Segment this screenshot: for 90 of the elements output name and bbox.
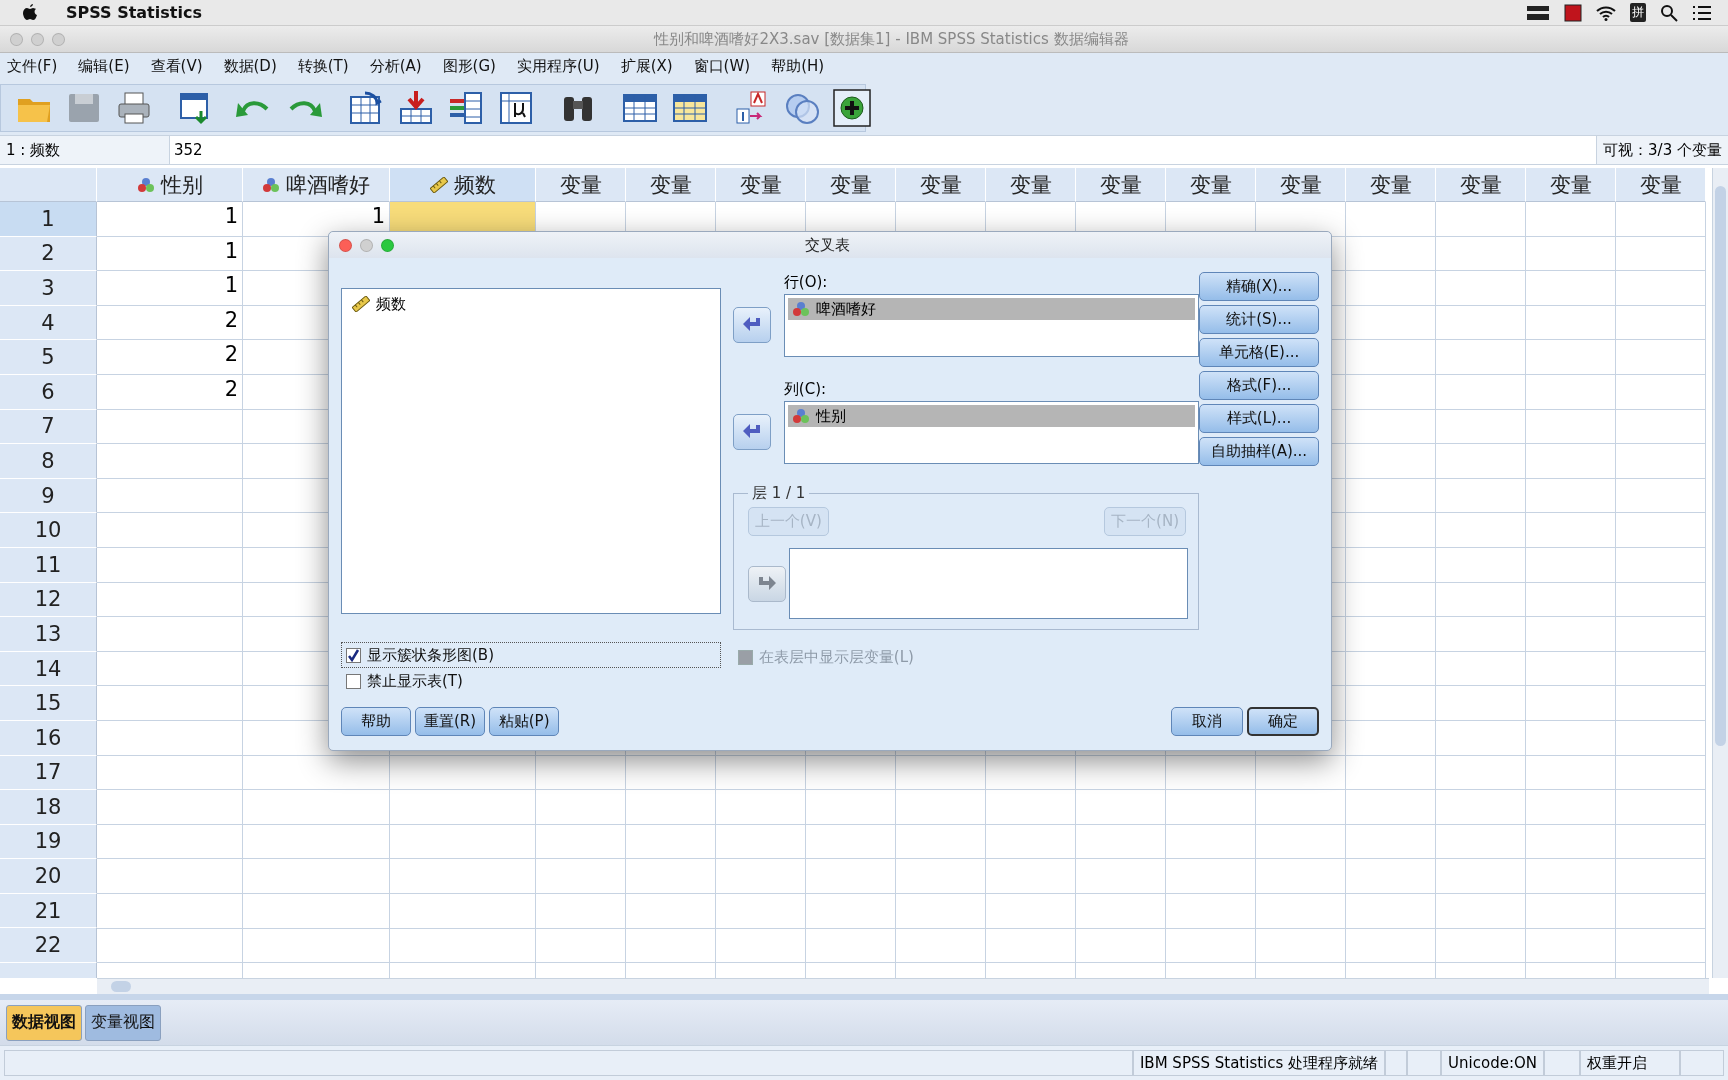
menu-item[interactable]: 帮助(H) bbox=[770, 57, 837, 76]
row-header[interactable]: 19 bbox=[0, 824, 97, 860]
row-header[interactable]: 14 bbox=[0, 651, 97, 687]
column-header[interactable]: 性别 bbox=[97, 168, 243, 202]
table-cell[interactable]: 1 bbox=[97, 202, 242, 236]
menu-item[interactable]: 分析(A) bbox=[368, 57, 434, 76]
row-header[interactable]: 15 bbox=[0, 686, 97, 721]
dialog-button[interactable]: 确定 bbox=[1247, 707, 1319, 736]
column-header[interactable]: 变量 bbox=[716, 168, 806, 202]
row-header[interactable]: 4 bbox=[0, 305, 97, 341]
column-header[interactable]: 频数 bbox=[390, 168, 536, 202]
menu-item[interactable]: 查看(V) bbox=[149, 57, 215, 76]
row-header[interactable]: 8 bbox=[0, 444, 97, 479]
row-header[interactable]: 10 bbox=[0, 513, 97, 548]
row-header[interactable]: 1 bbox=[0, 202, 97, 237]
column-header[interactable]: 变量 bbox=[1616, 168, 1706, 202]
menu-item[interactable]: 编辑(E) bbox=[77, 57, 142, 76]
menu-item[interactable]: 扩展(X) bbox=[619, 57, 685, 76]
table-cell[interactable]: 2 bbox=[97, 340, 242, 374]
dialog-button[interactable]: 取消 bbox=[1171, 707, 1243, 736]
menu-item[interactable]: 图形(G) bbox=[441, 57, 508, 76]
target-list[interactable]: 性别 bbox=[783, 401, 1199, 464]
table-cell[interactable]: 1 bbox=[97, 236, 242, 271]
checkbox[interactable]: 显示簇状条形图(B) bbox=[341, 642, 721, 668]
list-item[interactable]: 频数 bbox=[348, 293, 714, 315]
dialog-title: 交叉表 bbox=[804, 235, 851, 255]
row-header[interactable]: 20 bbox=[0, 859, 97, 894]
status-text: 权重开启 bbox=[1580, 1050, 1680, 1076]
menu-item[interactable]: 实用程序(U) bbox=[515, 57, 612, 76]
option-button[interactable]: 精确(X)... bbox=[1199, 272, 1319, 301]
variable-list[interactable]: 频数 bbox=[341, 288, 721, 614]
view-tab[interactable]: 变量视图 bbox=[85, 1004, 161, 1041]
field-label: 行(O): bbox=[783, 272, 829, 293]
row-header[interactable]: 17 bbox=[0, 755, 97, 791]
field-label: 列(C): bbox=[783, 379, 828, 400]
table-cell[interactable]: 1 bbox=[243, 202, 389, 236]
column-header[interactable]: 变量 bbox=[1076, 168, 1166, 202]
window-title: 性别和啤酒嗜好2X3.sav [数据集1] - IBM SPSS Statistics 数据编辑器 bbox=[652, 29, 1130, 49]
row-header[interactable]: 22 bbox=[0, 928, 97, 964]
row-header[interactable]: 18 bbox=[0, 790, 97, 825]
row-header[interactable]: 6 bbox=[0, 374, 97, 410]
dialog-button[interactable]: 帮助 bbox=[341, 707, 411, 736]
column-header[interactable]: 啤酒嗜好 bbox=[243, 168, 390, 202]
input-method-indicator[interactable]: 拼 bbox=[1630, 3, 1646, 22]
list-item[interactable]: 啤酒嗜好 bbox=[787, 298, 1195, 320]
row-header[interactable]: 11 bbox=[0, 547, 97, 583]
row-header[interactable]: 12 bbox=[0, 582, 97, 618]
column-header[interactable]: 变量 bbox=[1166, 168, 1256, 202]
status-text: Unicode:ON bbox=[1441, 1050, 1544, 1076]
cell-reference: 1 : 频数 bbox=[0, 136, 170, 164]
group-label: 层 1 / 1 bbox=[750, 484, 807, 503]
menu-item[interactable]: 转换(T) bbox=[296, 57, 361, 76]
row-header[interactable]: 2 bbox=[0, 236, 97, 272]
column-header[interactable]: 变量 bbox=[896, 168, 986, 202]
table-cell[interactable]: 1 bbox=[97, 271, 242, 305]
option-button[interactable]: 统计(S)... bbox=[1199, 305, 1319, 334]
column-header[interactable]: 变量 bbox=[1526, 168, 1616, 202]
row-header[interactable]: 16 bbox=[0, 720, 97, 756]
view-tab[interactable]: 数据视图 bbox=[6, 1004, 82, 1041]
menu-item[interactable]: 窗口(W) bbox=[692, 57, 763, 76]
dialog-button[interactable]: 粘贴(P) bbox=[489, 707, 560, 736]
cell-value-field[interactable]: 352 bbox=[170, 141, 203, 159]
table-cell[interactable]: 2 bbox=[97, 305, 242, 340]
status-text: IBM SPSS Statistics 处理程序就绪 bbox=[1132, 1050, 1386, 1076]
row-header[interactable]: 5 bbox=[0, 340, 97, 375]
table-cell[interactable]: 2 bbox=[97, 374, 242, 409]
row-header[interactable]: 7 bbox=[0, 409, 97, 445]
row-header[interactable]: 13 bbox=[0, 617, 97, 652]
list-item[interactable]: 性别 bbox=[787, 405, 1195, 427]
app-name[interactable]: SPSS Statistics bbox=[66, 3, 202, 22]
menu-item[interactable]: 文件(F) bbox=[6, 57, 70, 76]
row-header[interactable]: 3 bbox=[0, 271, 97, 306]
column-header[interactable]: 变量 bbox=[1436, 168, 1526, 202]
option-button[interactable]: 格式(F)... bbox=[1199, 371, 1319, 400]
visible-variables-count: 可视：3/3 个变量 bbox=[1596, 136, 1728, 164]
row-header[interactable]: 9 bbox=[0, 478, 97, 514]
column-header[interactable]: 变量 bbox=[986, 168, 1076, 202]
column-header[interactable]: 变量 bbox=[1256, 168, 1346, 202]
menu-item[interactable]: 数据(D) bbox=[222, 57, 289, 76]
checkbox[interactable]: 禁止显示表(T) bbox=[341, 668, 721, 694]
column-header[interactable]: 变量 bbox=[626, 168, 716, 202]
option-button[interactable]: 样式(L)... bbox=[1199, 404, 1319, 433]
column-header[interactable]: 变量 bbox=[1346, 168, 1436, 202]
column-header[interactable]: 变量 bbox=[806, 168, 896, 202]
dialog-button[interactable]: 重置(R) bbox=[415, 707, 486, 736]
option-button[interactable]: 自助抽样(A)... bbox=[1199, 437, 1319, 466]
target-list[interactable]: 啤酒嗜好 bbox=[783, 294, 1199, 357]
option-button[interactable]: 单元格(E)... bbox=[1199, 338, 1319, 367]
row-header[interactable]: 21 bbox=[0, 893, 97, 929]
column-header[interactable]: 变量 bbox=[536, 168, 626, 202]
